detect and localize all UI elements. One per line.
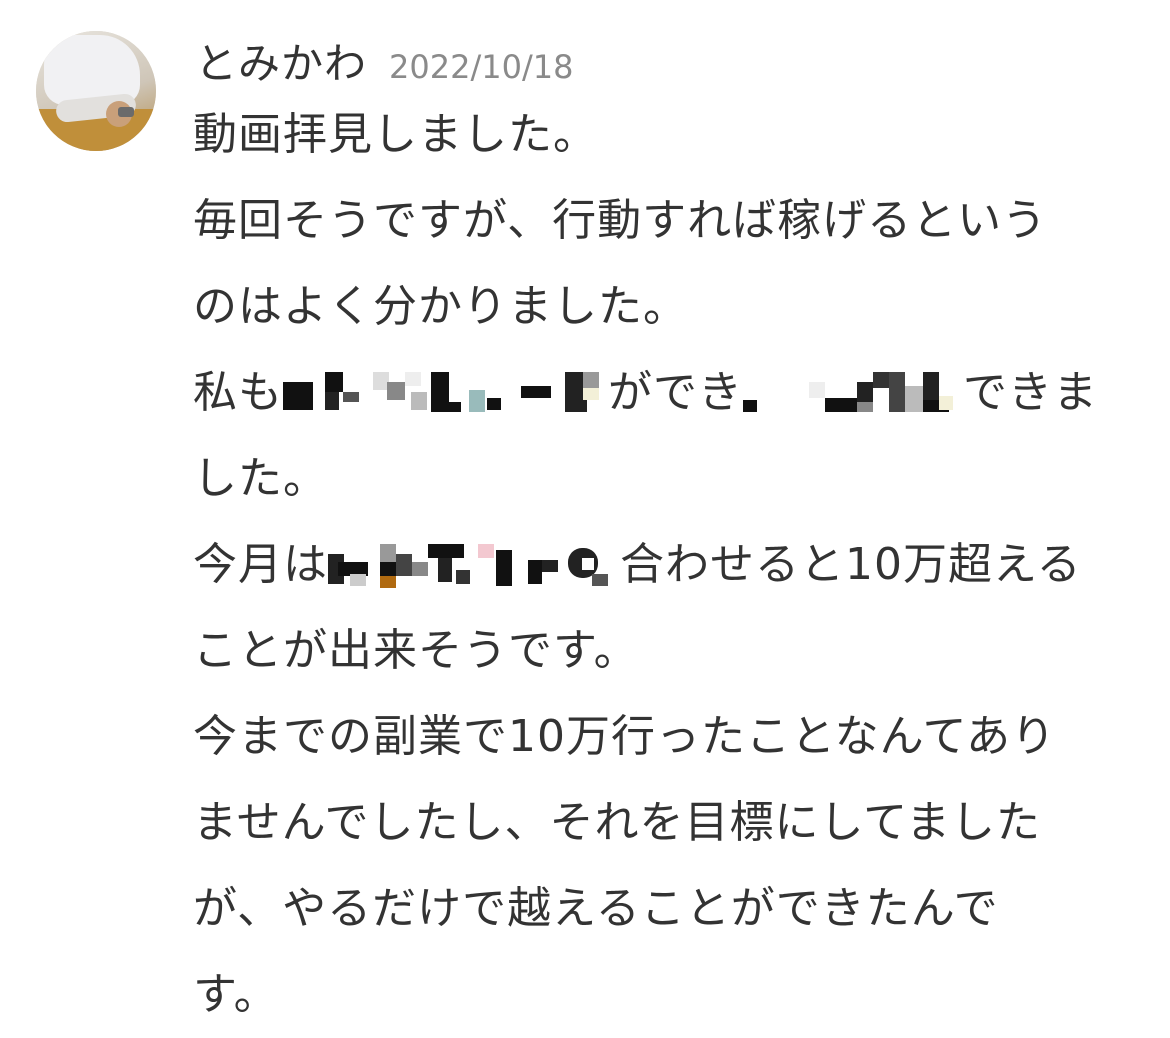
line-4-prefix: 私も	[193, 367, 283, 418]
comment-body: 動画拝見しました。 毎回そうですが、行動すれば稼げるという のはよく分かりました…	[193, 92, 1143, 1038]
redacted-mosaic-1	[283, 372, 608, 418]
comment-card: とみかわ 2022/10/18 動画拝見しました。 毎回そうですが、行動すれば稼…	[0, 0, 1170, 1020]
comment-line-2: 毎回そうですが、行動すれば稼げるという	[193, 195, 1048, 246]
comment-header: とみかわ 2022/10/18	[195, 30, 573, 90]
line-4-suffix: できま	[963, 367, 1098, 418]
comment-date: 2022/10/18	[389, 48, 574, 86]
comment-line-5: した。	[193, 453, 328, 504]
avatar[interactable]	[36, 31, 156, 151]
comment-line-9: ませんでしたし、それを目標にしてました	[193, 797, 1041, 848]
avatar-watch	[118, 107, 134, 117]
comment-line-1: 動画拝見しました。	[193, 109, 598, 160]
author-name[interactable]: とみかわ	[195, 30, 367, 91]
line-6-prefix: 今月は	[193, 539, 328, 590]
line-4-middle: ができ	[608, 367, 743, 418]
comment-line-10: が、やるだけで越えることができたんで	[193, 883, 999, 934]
redacted-mosaic-2	[743, 372, 963, 418]
comment-line-8: 今までの副業で10万行ったことなんてあり	[193, 711, 1057, 762]
redacted-mosaic-3	[328, 544, 620, 590]
comment-line-4: 私も ができ できま	[193, 350, 1143, 436]
line-6-suffix: 合わせると10万超える	[620, 539, 1082, 590]
comment-line-3: のはよく分かりました。	[193, 281, 688, 332]
comment-line-7: ことが出来そうです。	[193, 625, 639, 676]
comment-line-11: す。	[193, 969, 279, 1020]
comment-line-6: 今月は 合わせると10万超える	[193, 522, 1143, 608]
